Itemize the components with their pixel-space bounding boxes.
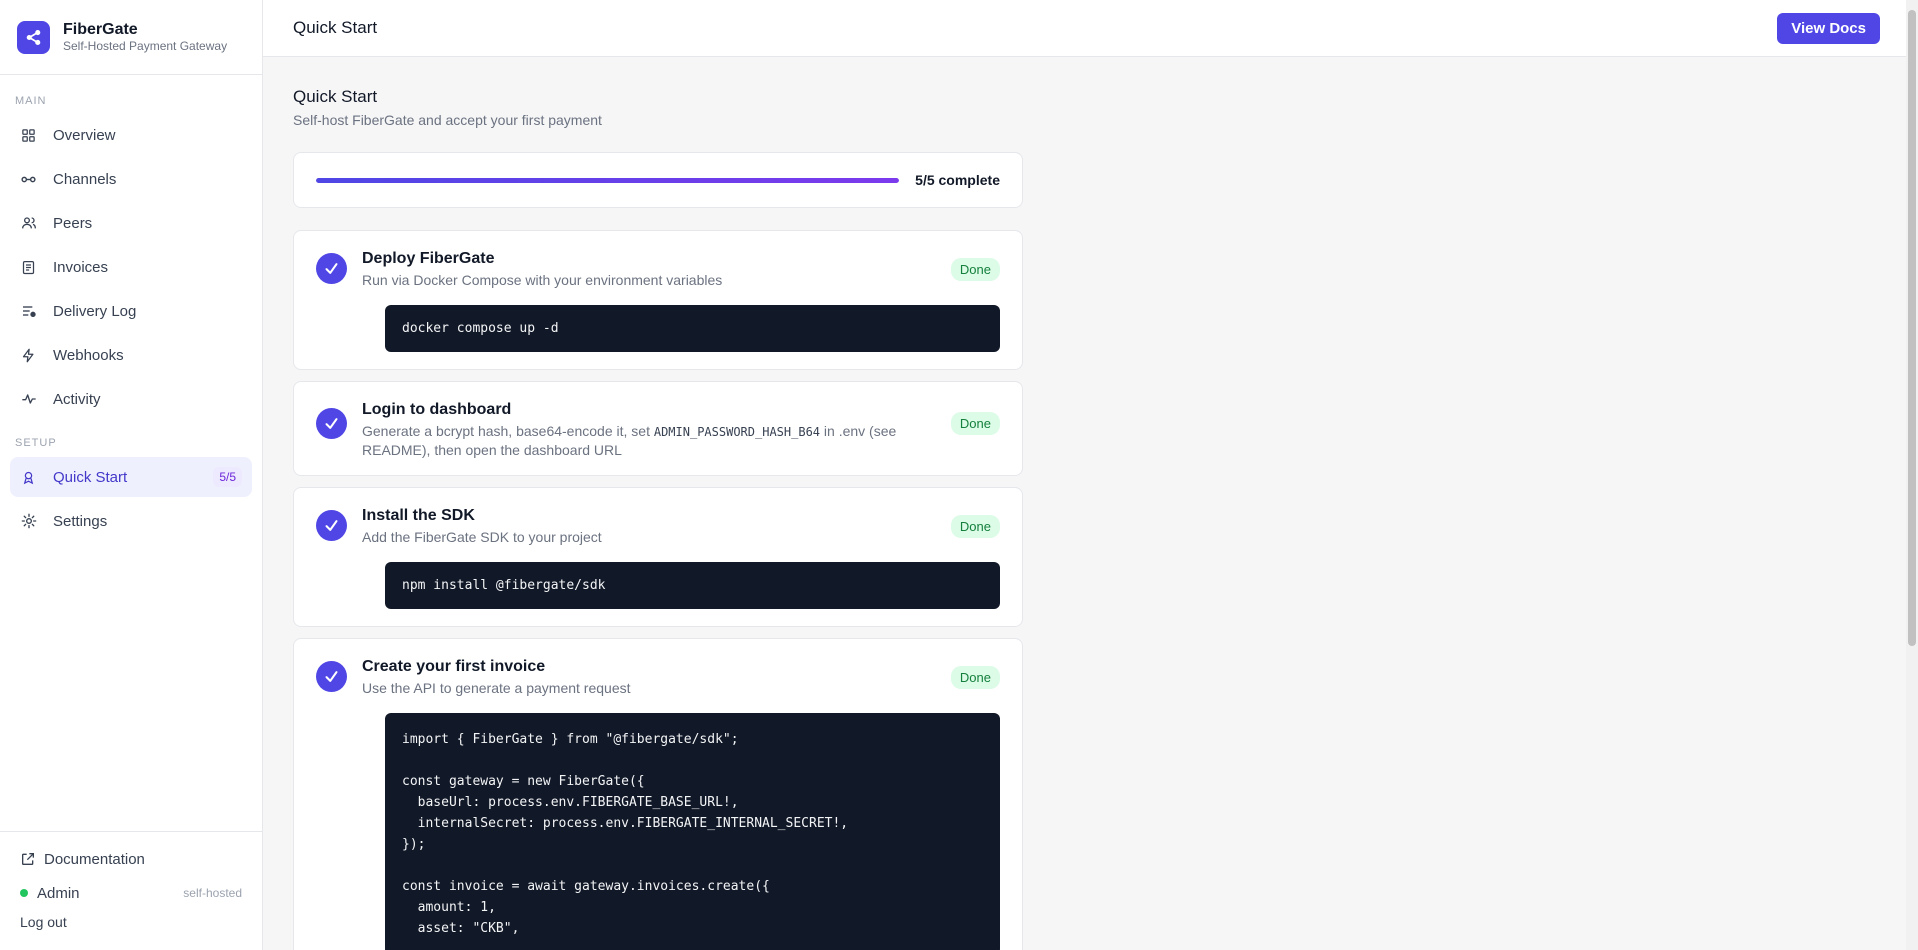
external-link-icon [20, 851, 36, 867]
list-icon [20, 303, 37, 320]
progress-badge: 5/5 [213, 467, 242, 487]
progress-card: 5/5 complete [293, 152, 1023, 208]
step-card: Install the SDK Add the FiberGate SDK to… [293, 487, 1023, 627]
code-block[interactable]: docker compose up -d [385, 305, 1000, 352]
progress-bar-fill [316, 177, 900, 183]
gear-icon [20, 513, 37, 530]
step-title: Install the SDK [362, 507, 475, 524]
sidebar-item-label: Peers [53, 214, 93, 232]
sidebar-item-quick-start[interactable]: Quick Start 5/5 [10, 457, 252, 497]
step-description: Run via Docker Compose with your environ… [362, 272, 723, 288]
sidebar-item-label: Settings [53, 512, 108, 530]
sidebar-item-label: Webhooks [53, 346, 124, 364]
share-icon [17, 20, 50, 54]
rocket-icon [20, 469, 37, 486]
scrollbar[interactable] [1906, 0, 1918, 950]
grid-icon [20, 127, 37, 144]
sidebar-item-label: Invoices [53, 258, 109, 276]
code-block[interactable]: npm install @fibergate/sdk [385, 562, 1000, 609]
sidebar-item-webhooks[interactable]: Webhooks [10, 335, 252, 375]
sidebar-footer: Documentation Admin self-hosted Log out [0, 831, 262, 950]
step-description: Generate a bcrypt hash, base64-encode it… [362, 422, 939, 459]
section-label-setup: SETUP [15, 437, 57, 449]
user-tag: self-hosted [183, 886, 242, 900]
code-block[interactable]: import { FiberGate } from "@fibergate/sd… [385, 713, 1000, 950]
sidebar-item-delivery-log[interactable]: Delivery Log [10, 291, 252, 331]
step-card: Login to dashboard Generate a bcrypt has… [293, 381, 1023, 476]
check-icon [316, 253, 347, 284]
online-status-dot [20, 889, 28, 897]
sidebar-item-invoices[interactable]: Invoices [10, 247, 252, 287]
step-title: Deploy FiberGate [362, 250, 495, 267]
sidebar: FiberGate Self-Hosted Payment Gateway MA… [0, 0, 263, 950]
sidebar-item-label: Channels [53, 170, 117, 188]
check-icon [316, 661, 347, 692]
sidebar-item-peers[interactable]: Peers [10, 203, 252, 243]
sidebar-item-settings[interactable]: Settings [10, 501, 252, 541]
documentation-label: Documentation [44, 850, 145, 868]
status-badge: Done [950, 412, 1000, 435]
main-area: Quick Start View Docs Quick Start Self-h… [263, 0, 1918, 950]
check-icon [316, 408, 347, 439]
desc-code: ADMIN_PASSWORD_HASH_B64 [653, 425, 821, 439]
users-icon [20, 215, 37, 232]
status-badge: Done [950, 666, 1000, 689]
user-row: Admin self-hosted [20, 880, 242, 906]
topbar-title: Quick Start [293, 18, 378, 37]
brand-subtitle: Self-Hosted Payment Gateway [63, 39, 228, 53]
step-card: Deploy FiberGate Run via Docker Compose … [293, 230, 1023, 370]
logout-link[interactable]: Log out [20, 906, 242, 934]
brand-name: FiberGate [63, 21, 138, 38]
progress-text: 5/5 complete [915, 172, 1000, 188]
app-root: FiberGate Self-Hosted Payment Gateway MA… [0, 0, 1918, 950]
sidebar-item-overview[interactable]: Overview [10, 115, 252, 155]
view-docs-button[interactable]: View Docs [1777, 12, 1880, 44]
section-label-main: MAIN [15, 95, 47, 107]
sidebar-item-label: Activity [53, 390, 101, 408]
bolt-icon [20, 347, 37, 364]
sidebar-item-label: Quick Start [53, 468, 128, 486]
topbar: Quick Start View Docs [263, 0, 1918, 57]
document-icon [20, 259, 37, 276]
setup-nav: Quick Start 5/5 Settings [0, 453, 262, 545]
main-nav: Overview Channels Peers Invoices Deliver… [0, 111, 262, 423]
sidebar-item-channels[interactable]: Channels [10, 159, 252, 199]
page-title: Quick Start [293, 87, 378, 106]
check-icon [316, 510, 347, 541]
status-badge: Done [950, 515, 1000, 538]
status-badge: Done [950, 258, 1000, 281]
step-card: Create your first invoice Use the API to… [293, 638, 1023, 950]
desc-text: Generate a bcrypt hash, base64-encode it… [362, 423, 654, 439]
step-description: Add the FiberGate SDK to your project [362, 529, 602, 545]
page-subtitle: Self-host FiberGate and accept your firs… [293, 112, 602, 128]
step-description: Use the API to generate a payment reques… [362, 680, 631, 696]
user-name: Admin [37, 884, 80, 902]
step-title: Create your first invoice [362, 658, 546, 675]
progress-bar [316, 177, 900, 183]
link-icon [20, 171, 37, 188]
content-column: Quick Start Self-host FiberGate and acce… [293, 87, 1023, 950]
scrollbar-thumb[interactable] [1908, 10, 1916, 646]
activity-icon [20, 391, 37, 408]
documentation-link[interactable]: Documentation [20, 846, 242, 872]
step-title: Login to dashboard [362, 401, 512, 418]
brand: FiberGate Self-Hosted Payment Gateway [0, 0, 262, 75]
content: Quick Start Self-host FiberGate and acce… [263, 57, 1918, 950]
sidebar-item-label: Overview [53, 126, 116, 144]
sidebar-item-activity[interactable]: Activity [10, 379, 252, 419]
sidebar-item-label: Delivery Log [53, 302, 137, 320]
